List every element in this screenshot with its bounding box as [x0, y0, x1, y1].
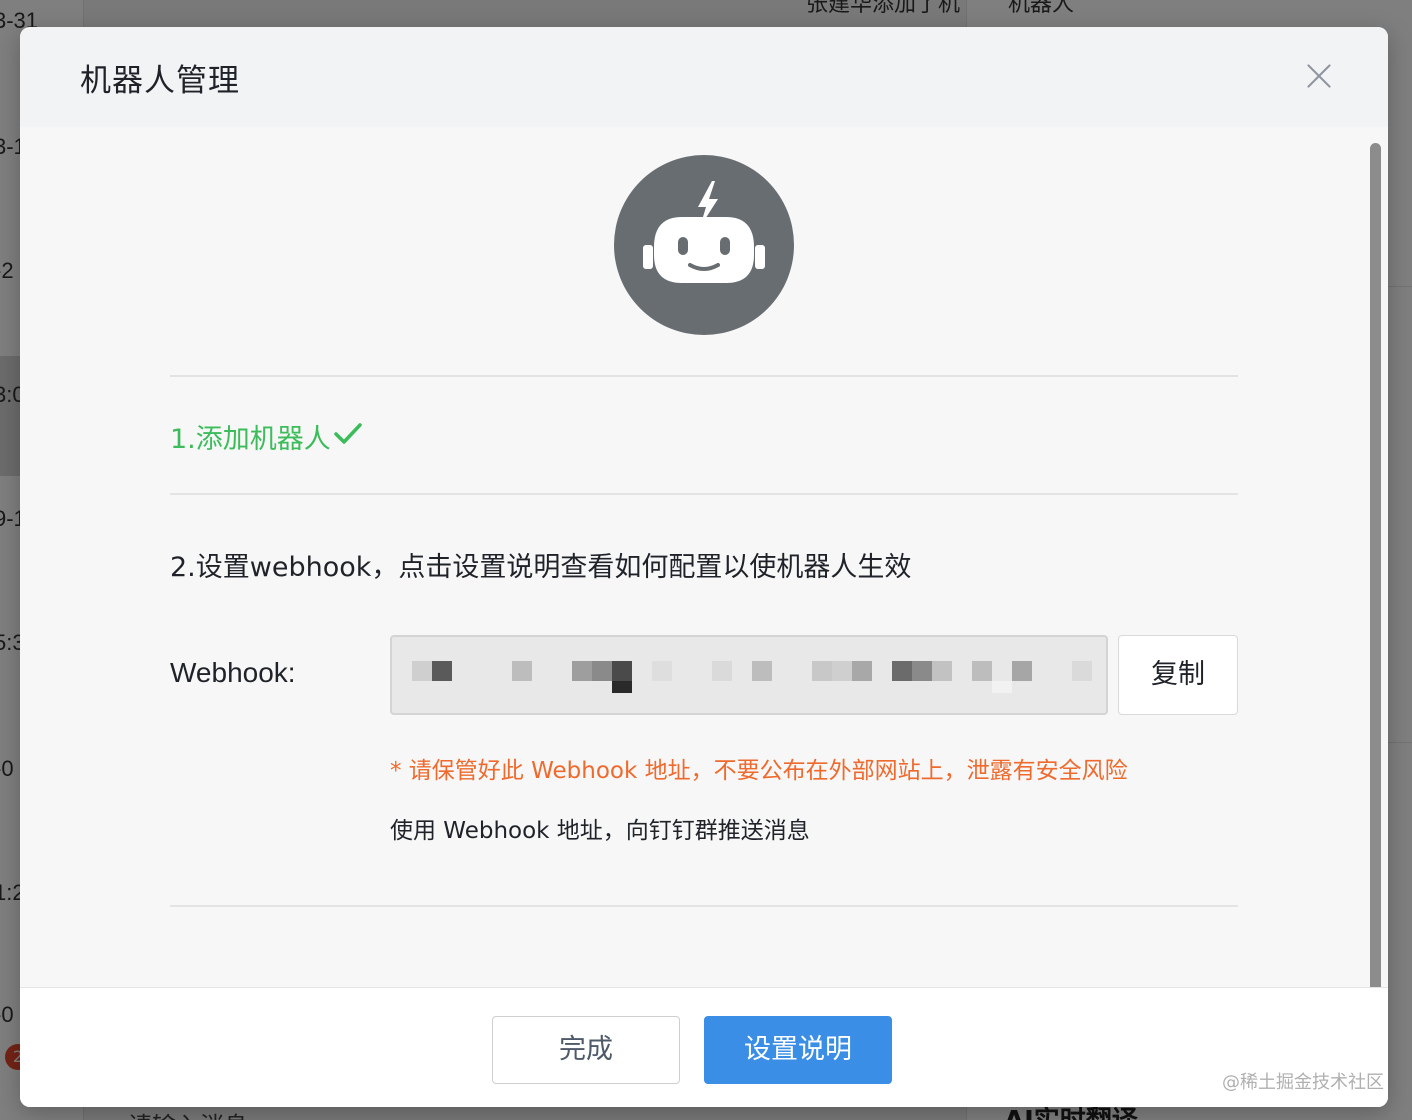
- done-button[interactable]: 完成: [492, 1016, 680, 1084]
- dialog-scrollbar[interactable]: [1370, 143, 1381, 1088]
- webhook-url-field[interactable]: [390, 635, 1108, 715]
- robot-management-dialog: 机器人管理 1.添加机器人 2.设置webhook，点击设置说明查看如何配置以使…: [20, 27, 1388, 1107]
- copy-button[interactable]: 复制: [1118, 635, 1238, 715]
- check-icon: [334, 423, 362, 444]
- robot-avatar-icon: [614, 155, 794, 335]
- watermark: @稀土掘金技术社区: [1222, 1072, 1384, 1093]
- step1-label: 1.添加机器人: [170, 424, 331, 455]
- setup-instructions-button[interactable]: 设置说明: [704, 1016, 892, 1084]
- dialog-footer: 完成 设置说明: [20, 987, 1388, 1107]
- usage-description: 使用 Webhook 地址，向钉钉群推送消息: [390, 818, 810, 844]
- webhook-label: Webhook:: [170, 657, 296, 688]
- security-warning: * 请保管好此 Webhook 地址，不要公布在外部网站上，泄露有安全风险: [390, 758, 1128, 784]
- dialog-title: 机器人管理: [80, 63, 240, 99]
- section-divider: [170, 375, 1238, 377]
- close-icon[interactable]: [1306, 63, 1332, 89]
- section-divider: [170, 493, 1238, 495]
- step2-label: 2.设置webhook，点击设置说明查看如何配置以使机器人生效: [170, 552, 912, 583]
- section-divider: [170, 905, 1238, 907]
- dialog-header: 机器人管理: [20, 27, 1388, 127]
